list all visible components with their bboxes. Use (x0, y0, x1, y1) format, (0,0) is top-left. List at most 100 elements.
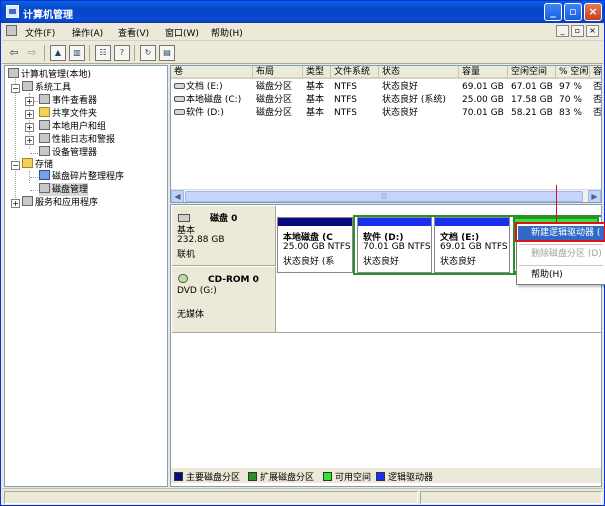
scroll-right-arrow-icon[interactable]: ▶ (588, 190, 601, 202)
column-header-status[interactable]: 状态 (379, 66, 459, 79)
tree-expander[interactable]: − (11, 84, 20, 93)
tree-expander[interactable]: + (25, 97, 34, 106)
extended-partition-swatch (248, 472, 257, 481)
mdi-close-button[interactable]: × (586, 25, 599, 37)
help-pane-icon[interactable]: ? (114, 45, 130, 61)
free-space-swatch (323, 472, 332, 481)
disk-0-name: 磁盘 0 (210, 214, 238, 224)
menu-action[interactable]: 操作(A) (72, 26, 103, 39)
column-header-free-space[interactable]: 空闲空间 (508, 66, 556, 79)
disk-management-icon (39, 183, 50, 193)
tree-expander[interactable]: + (25, 110, 34, 119)
column-header-type[interactable]: 类型 (303, 66, 331, 79)
show-tree-icon[interactable]: ▥ (69, 45, 85, 61)
cdrom-0-label[interactable]: CD-ROM 0 DVD (G:) 无媒体 (172, 267, 276, 333)
scroll-left-arrow-icon[interactable]: ◀ (171, 190, 184, 202)
tree-item-disk-defragmenter[interactable]: 磁盘碎片整理程序 (39, 170, 124, 183)
maximize-button[interactable]: ▫ (564, 3, 582, 21)
status-pane-main (4, 491, 418, 504)
partition-e[interactable]: 文档 (E:) 69.01 GB NTFS 状态良好 (434, 217, 510, 273)
tree-item-local-users[interactable]: 本地用户和组 (39, 120, 106, 133)
legend-item: 主要磁盘分区 (174, 470, 240, 483)
export-list-icon[interactable]: ▤ (159, 45, 175, 61)
tools-icon (22, 81, 33, 91)
cdrom-0-type: DVD (G:) (177, 286, 217, 296)
tree-item-computer-management[interactable]: 计算机管理(本地) (8, 68, 91, 81)
disk-0-label[interactable]: 磁盘 0 基本 232.88 GB 联机 (172, 206, 276, 266)
back-arrow-icon[interactable]: ⇦ (6, 45, 22, 61)
tree-expander[interactable]: − (11, 161, 20, 170)
column-header-filesystem[interactable]: 文件系统 (331, 66, 379, 79)
storage-icon (22, 158, 33, 168)
window-title: 计算机管理 (23, 10, 73, 21)
menu-item-delete-partition[interactable]: 删除磁盘分区 (D) (518, 247, 604, 262)
performance-icon (39, 133, 50, 143)
volume-icon (174, 96, 185, 102)
menu-separator (519, 265, 603, 266)
device-manager-icon (39, 146, 50, 156)
mdi-restore-button[interactable]: ▫ (571, 25, 584, 37)
primary-partition-swatch (174, 472, 183, 481)
tree-expander[interactable]: + (11, 199, 20, 208)
cdrom-0-status: 无媒体 (177, 310, 205, 320)
horizontal-scrollbar[interactable]: ◀ ||| ▶ (171, 189, 601, 202)
shared-folder-icon (39, 107, 50, 117)
menu-bar: 文件(F) 操作(A) 查看(V) 窗口(W) 帮助(H) _ ▫ × (2, 23, 603, 41)
volume-list: 卷 布局 类型 文件系统 状态 容量 空闲空间 % 空闲 容 文档 (E:) 磁… (170, 65, 602, 203)
title-bar[interactable]: 计算机管理 _ ▫ × (1, 1, 604, 23)
console-tree: 计算机管理(本地) − 系统工具 + 事件查看器 + 共享文件夹 + 本地用户和… (4, 65, 168, 487)
properties-icon[interactable]: ☷ (95, 45, 111, 61)
tree-expander[interactable]: + (25, 136, 34, 145)
menu-window[interactable]: 窗口(W) (165, 26, 199, 39)
logical-drive-swatch (376, 472, 385, 481)
status-bar (2, 488, 603, 505)
column-header-volume[interactable]: 卷 (171, 66, 253, 79)
column-header-layout[interactable]: 布局 (253, 66, 303, 79)
menu-file[interactable]: 文件(F) (25, 26, 55, 39)
toolbar: ⇦ ⇨ ▲ ▥ ☷ ? ↻ ▤ (2, 42, 603, 64)
legend: 主要磁盘分区 扩展磁盘分区 可用空间 逻辑驱动器 (171, 468, 601, 483)
computer-icon (8, 68, 19, 78)
menu-help[interactable]: 帮助(H) (211, 26, 243, 39)
cdrom-icon (178, 274, 188, 283)
defrag-icon (39, 170, 50, 180)
annotation-line (556, 185, 557, 225)
tree-item-services-applications[interactable]: 服务和应用程序 (22, 196, 98, 209)
toolbar-separator (134, 45, 135, 61)
toolbar-separator (89, 45, 90, 61)
partition-d[interactable]: 软件 (D:) 70.01 GB NTFS 状态良好 (357, 217, 432, 273)
users-icon (39, 120, 50, 130)
cdrom-0-name: CD-ROM 0 (208, 275, 259, 285)
forward-arrow-icon[interactable]: ⇨ (24, 45, 40, 61)
minimize-button[interactable]: _ (544, 3, 562, 21)
legend-item: 逻辑驱动器 (376, 470, 433, 483)
tree-item-performance-logs[interactable]: 性能日志和警报 (39, 133, 115, 146)
legend-item: 可用空间 (323, 470, 371, 483)
up-folder-icon[interactable]: ▲ (50, 45, 66, 61)
close-button[interactable]: × (584, 3, 602, 21)
menu-item-help[interactable]: 帮助(H) (518, 268, 604, 283)
volume-icon (174, 83, 185, 89)
menu-view[interactable]: 查看(V) (118, 26, 149, 39)
tree-item-shared-folders[interactable]: 共享文件夹 (39, 107, 97, 120)
computer-management-icon (6, 5, 19, 18)
disk-0-size: 232.88 GB (177, 235, 225, 245)
tree-item-system-tools[interactable]: 系统工具 (22, 81, 71, 94)
highlight-box (515, 222, 605, 242)
mmc-icon (6, 25, 19, 38)
hard-disk-icon (178, 214, 190, 222)
tree-item-disk-management[interactable]: 磁盘管理 (39, 183, 89, 196)
mdi-minimize-button[interactable]: _ (556, 25, 569, 37)
status-pane-secondary (420, 491, 602, 504)
services-icon (22, 196, 33, 206)
column-header-percent-free[interactable]: % 空闲 (556, 66, 590, 79)
menu-separator (519, 244, 603, 245)
scrollbar-thumb[interactable]: ||| (185, 191, 583, 202)
disk-0-status: 联机 (177, 250, 196, 260)
tree-expander[interactable]: + (25, 123, 34, 132)
tree-item-event-viewer[interactable]: 事件查看器 (39, 94, 97, 107)
refresh-icon[interactable]: ↻ (140, 45, 156, 61)
column-header-capacity[interactable]: 容量 (459, 66, 508, 79)
column-header-fault-tolerance[interactable]: 容 (590, 66, 601, 79)
partition-c[interactable]: 本地磁盘 (C 25.00 GB NTFS 状态良好 (系 (277, 217, 353, 273)
